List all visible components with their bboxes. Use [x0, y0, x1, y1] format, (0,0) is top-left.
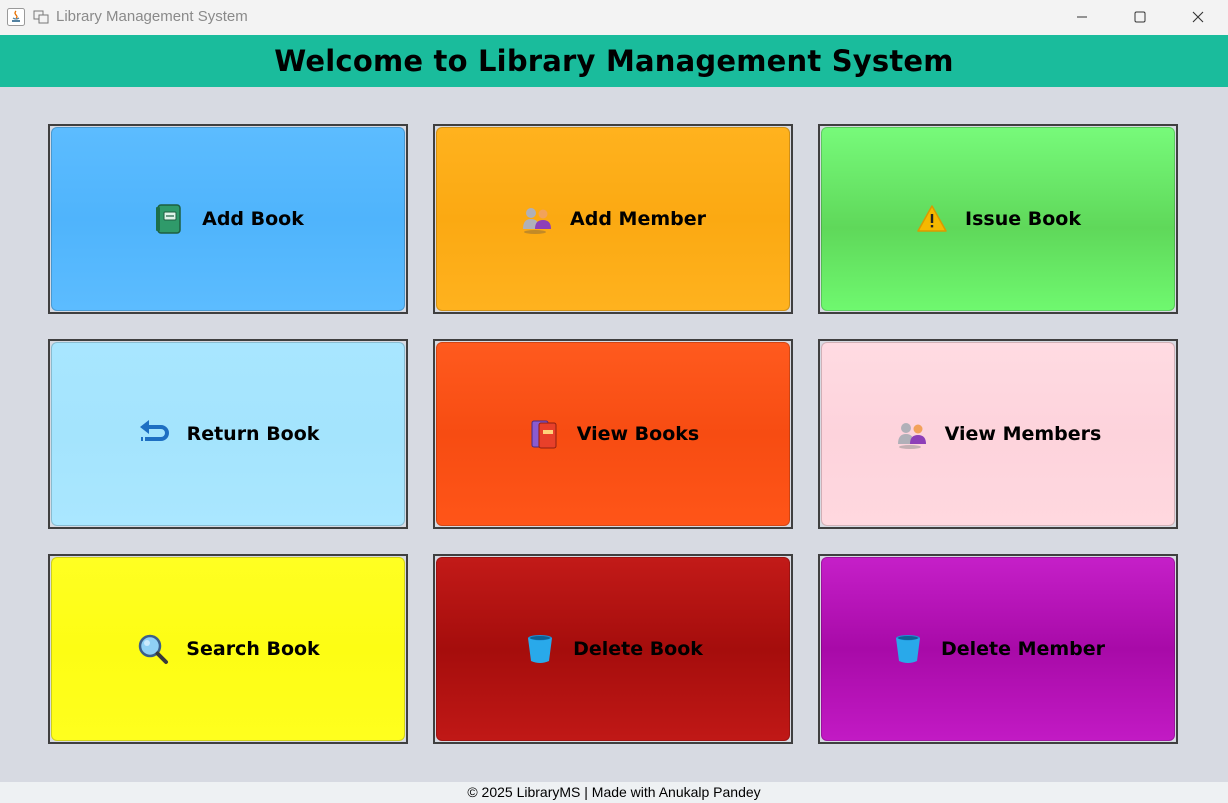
return-book-button[interactable]: Return Book [48, 339, 408, 529]
trash-bucket-icon [523, 632, 557, 666]
window-titlebar: Library Management System [0, 0, 1228, 35]
window-menu-icon [33, 10, 49, 24]
footer-text: © 2025 LibraryMS | Made with Anukalp Pan… [467, 784, 761, 800]
close-icon [1192, 11, 1204, 23]
tile-label: Delete Book [573, 638, 703, 660]
books-icon [527, 417, 561, 451]
return-arrow-icon [137, 417, 171, 451]
footer: © 2025 LibraryMS | Made with Anukalp Pan… [0, 782, 1228, 803]
delete-book-button[interactable]: Delete Book [433, 554, 793, 744]
minimize-icon [1077, 16, 1087, 18]
tile-label: View Books [576, 423, 700, 445]
members-icon [895, 417, 929, 451]
warning-icon [915, 202, 949, 236]
add-member-button[interactable]: Add Member [433, 124, 793, 314]
delete-member-button[interactable]: Delete Member [818, 554, 1178, 744]
issue-book-button[interactable]: Issue Book [818, 124, 1178, 314]
maximize-icon [1134, 11, 1146, 23]
welcome-banner: Welcome to Library Management System [0, 35, 1228, 87]
page-title: Welcome to Library Management System [274, 44, 954, 78]
tile-label: Add Book [202, 208, 304, 230]
add-book-button[interactable]: Add Book [48, 124, 408, 314]
green-book-icon [152, 202, 186, 236]
add-member-icon [520, 202, 554, 236]
maximize-button[interactable] [1111, 0, 1169, 34]
tile-label: Add Member [570, 208, 706, 230]
tile-label: View Members [944, 423, 1102, 445]
minimize-button[interactable] [1053, 0, 1111, 34]
search-book-button[interactable]: Search Book [48, 554, 408, 744]
tile-label: Return Book [186, 423, 320, 445]
tile-label: Delete Member [940, 638, 1106, 660]
view-members-button[interactable]: View Members [818, 339, 1178, 529]
trash-bucket-icon [891, 632, 925, 666]
java-app-icon [7, 8, 25, 26]
view-books-button[interactable]: View Books [433, 339, 793, 529]
tile-label: Issue Book [965, 208, 1081, 230]
close-button[interactable] [1169, 0, 1227, 34]
window-title: Library Management System [56, 8, 248, 25]
magnifier-icon [136, 632, 170, 666]
tile-label: Search Book [186, 638, 320, 660]
